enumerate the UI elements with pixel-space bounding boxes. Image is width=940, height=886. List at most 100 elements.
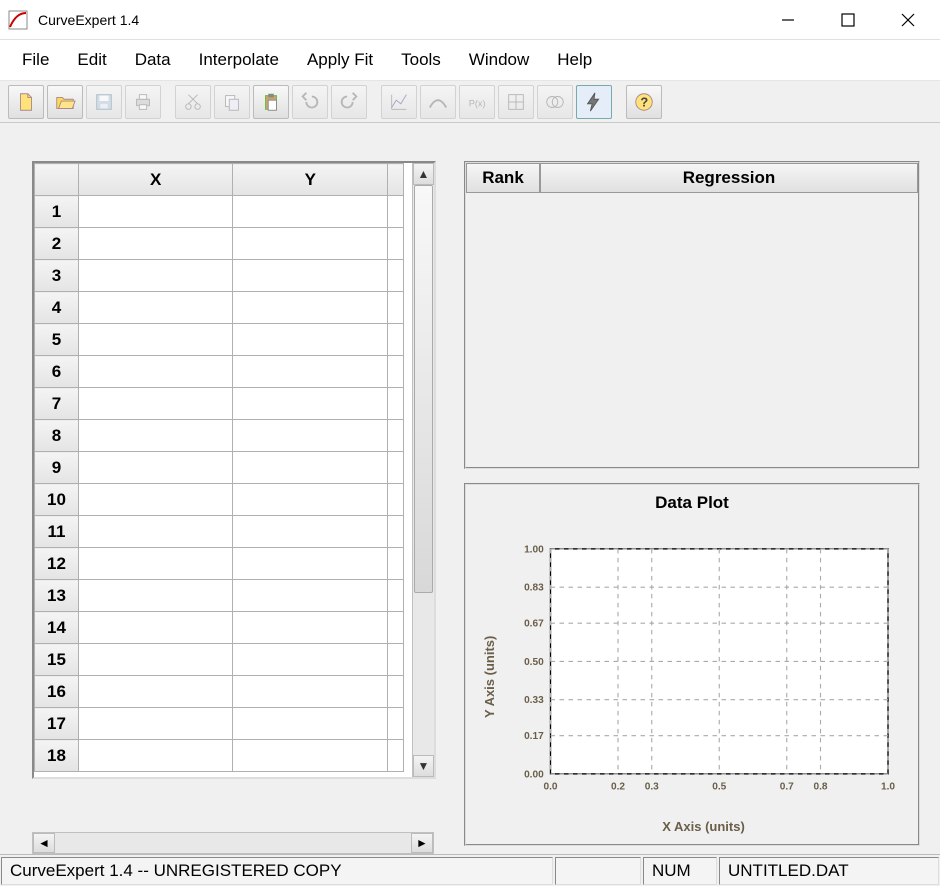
open-file-button[interactable] <box>47 85 83 119</box>
cell[interactable] <box>233 228 388 260</box>
plot-button[interactable] <box>381 85 417 119</box>
menu-file[interactable]: File <box>8 46 63 74</box>
svg-text:?: ? <box>640 94 648 109</box>
lightning-button[interactable] <box>576 85 612 119</box>
vertical-scrollbar[interactable]: ▲ ▼ <box>412 163 434 777</box>
cell[interactable] <box>78 292 233 324</box>
regression-column-header[interactable]: Regression <box>540 163 918 193</box>
cell[interactable] <box>233 420 388 452</box>
cell[interactable] <box>233 644 388 676</box>
row-header[interactable]: 8 <box>35 420 79 452</box>
cell[interactable] <box>233 292 388 324</box>
cell[interactable] <box>78 324 233 356</box>
menu-tools[interactable]: Tools <box>387 46 455 74</box>
menu-edit[interactable]: Edit <box>63 46 120 74</box>
row-header[interactable]: 18 <box>35 740 79 772</box>
curve-button[interactable] <box>420 85 456 119</box>
svg-text:P(x): P(x) <box>469 98 486 108</box>
cell[interactable] <box>233 708 388 740</box>
cell[interactable] <box>233 260 388 292</box>
maximize-button[interactable] <box>832 6 864 34</box>
cell[interactable] <box>233 676 388 708</box>
cell[interactable] <box>233 580 388 612</box>
cell[interactable] <box>78 708 233 740</box>
cell[interactable] <box>233 516 388 548</box>
menu-interpolate[interactable]: Interpolate <box>185 46 293 74</box>
row-header[interactable]: 16 <box>35 676 79 708</box>
cell[interactable] <box>233 612 388 644</box>
svg-text:1.00: 1.00 <box>524 544 544 555</box>
undo-button[interactable] <box>292 85 328 119</box>
scroll-up-button[interactable]: ▲ <box>413 163 434 185</box>
cell[interactable] <box>233 388 388 420</box>
rank-column-header[interactable]: Rank <box>466 163 540 193</box>
column-header-x[interactable]: X <box>78 164 233 196</box>
cell[interactable] <box>78 580 233 612</box>
row-header[interactable]: 4 <box>35 292 79 324</box>
cell[interactable] <box>233 548 388 580</box>
cell[interactable] <box>233 356 388 388</box>
cell[interactable] <box>78 516 233 548</box>
row-header[interactable]: 9 <box>35 452 79 484</box>
menu-data[interactable]: Data <box>121 46 185 74</box>
menu-help[interactable]: Help <box>543 46 606 74</box>
row-header[interactable]: 2 <box>35 228 79 260</box>
cell[interactable] <box>233 452 388 484</box>
cell[interactable] <box>78 612 233 644</box>
row-header[interactable]: 10 <box>35 484 79 516</box>
new-file-button[interactable] <box>8 85 44 119</box>
right-pane: Rank Regression Data Plot Y Axis (units)… <box>438 123 940 854</box>
cell[interactable] <box>78 676 233 708</box>
cell[interactable] <box>233 196 388 228</box>
scroll-left-button[interactable]: ◄ <box>33 833 55 853</box>
cell[interactable] <box>233 484 388 516</box>
row-header[interactable]: 1 <box>35 196 79 228</box>
cell[interactable] <box>78 356 233 388</box>
cell[interactable] <box>78 388 233 420</box>
minimize-button[interactable] <box>772 6 804 34</box>
cell[interactable] <box>78 420 233 452</box>
cell[interactable] <box>78 740 233 772</box>
cut-button[interactable] <box>175 85 211 119</box>
cell[interactable] <box>78 196 233 228</box>
cell[interactable] <box>78 452 233 484</box>
scroll-down-button[interactable]: ▼ <box>413 755 434 777</box>
redo-button[interactable] <box>331 85 367 119</box>
row-header[interactable]: 14 <box>35 612 79 644</box>
cell[interactable] <box>78 260 233 292</box>
grid-button[interactable] <box>498 85 534 119</box>
overlay-button[interactable] <box>537 85 573 119</box>
cell[interactable] <box>78 228 233 260</box>
row-header[interactable]: 11 <box>35 516 79 548</box>
cell[interactable] <box>233 324 388 356</box>
scroll-right-button[interactable]: ► <box>411 833 433 853</box>
row-header[interactable]: 12 <box>35 548 79 580</box>
save-button[interactable] <box>86 85 122 119</box>
close-button[interactable] <box>892 6 924 34</box>
cell[interactable] <box>78 644 233 676</box>
copy-button[interactable] <box>214 85 250 119</box>
help-button[interactable]: ? <box>626 85 662 119</box>
paste-button[interactable] <box>253 85 289 119</box>
row-header[interactable]: 7 <box>35 388 79 420</box>
cell[interactable] <box>78 548 233 580</box>
menu-window[interactable]: Window <box>455 46 543 74</box>
row-header[interactable]: 17 <box>35 708 79 740</box>
horizontal-scrollbar[interactable]: ◄ ► <box>32 832 434 854</box>
statusbar: CurveExpert 1.4 -- UNREGISTERED COPY NUM… <box>0 854 940 886</box>
row-header[interactable]: 3 <box>35 260 79 292</box>
spreadsheet-grid[interactable]: XY123456789101112131415161718 <box>34 163 412 777</box>
px-button[interactable]: P(x) <box>459 85 495 119</box>
plot-canvas[interactable]: 0.00.20.30.50.70.81.00.000.170.330.500.6… <box>501 519 906 815</box>
row-header[interactable]: 13 <box>35 580 79 612</box>
row-header[interactable]: 5 <box>35 324 79 356</box>
scroll-thumb[interactable] <box>414 185 433 593</box>
toolbar: P(x) ? <box>0 81 940 123</box>
cell[interactable] <box>233 740 388 772</box>
print-button[interactable] <box>125 85 161 119</box>
row-header[interactable]: 15 <box>35 644 79 676</box>
column-header-y[interactable]: Y <box>233 164 388 196</box>
row-header[interactable]: 6 <box>35 356 79 388</box>
menu-apply-fit[interactable]: Apply Fit <box>293 46 387 74</box>
cell[interactable] <box>78 484 233 516</box>
